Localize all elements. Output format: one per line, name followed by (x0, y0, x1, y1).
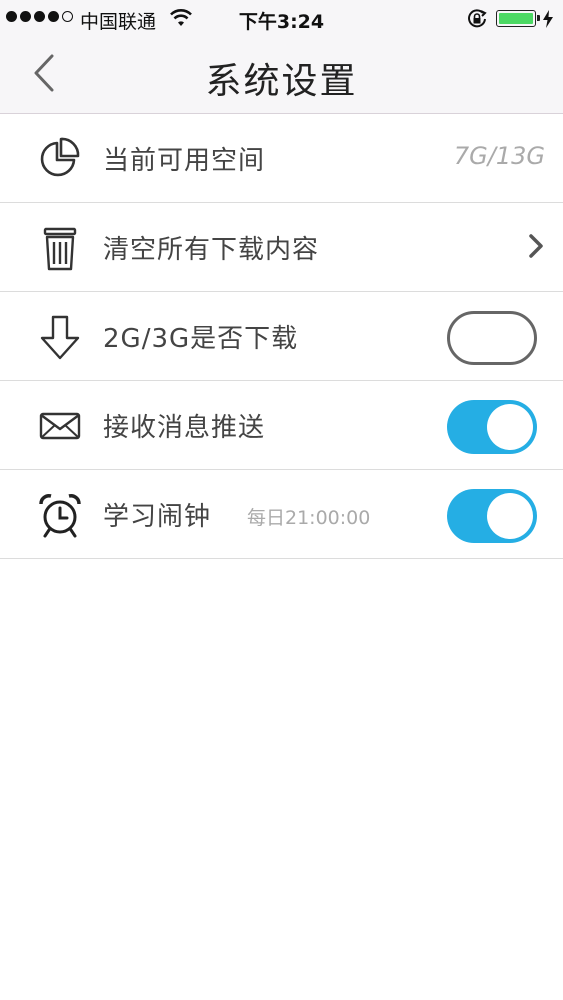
setting-label: 接收消息推送 (103, 413, 266, 443)
page-title: 系统设置 (205, 61, 358, 102)
setting-row-storage: 当前可用空间 7G/13G (0, 114, 563, 203)
settings-list: 当前可用空间 7G/13G 清空所有下载内容 2G/3G是否下载 接收消息推送 … (0, 114, 563, 559)
status-bar: 中国联通 下午3:24 (0, 0, 563, 38)
setting-row-alarm: 学习闹钟 每日21:00:00 (0, 470, 563, 559)
nav-bar: 系统设置 (0, 38, 563, 114)
alarm-time: 每日21:00:00 (247, 507, 371, 529)
cellular-download-toggle[interactable] (447, 311, 537, 365)
battery-icon (496, 10, 540, 27)
setting-label: 学习闹钟 (103, 502, 212, 532)
alarm-clock-icon (36, 492, 84, 538)
setting-row-push: 接收消息推送 (0, 381, 563, 470)
storage-value: 7G/13G (453, 142, 545, 170)
envelope-icon (36, 403, 84, 449)
toggle-knob (487, 404, 533, 450)
pie-chart-icon (36, 136, 84, 182)
chevron-right-icon (527, 233, 545, 263)
setting-row-cellular-download: 2G/3G是否下载 (0, 292, 563, 381)
alarm-toggle[interactable] (447, 489, 537, 543)
trash-icon (36, 225, 84, 271)
setting-label: 当前可用空间 (103, 146, 266, 176)
rotation-lock-icon (466, 9, 488, 34)
setting-row-clear-downloads[interactable]: 清空所有下载内容 (0, 203, 563, 292)
setting-label: 清空所有下载内容 (103, 235, 320, 265)
toggle-knob (487, 493, 533, 539)
push-toggle[interactable] (447, 400, 537, 454)
download-arrow-icon (36, 314, 84, 360)
setting-label: 2G/3G是否下载 (103, 324, 299, 354)
charging-bolt-icon (542, 9, 554, 34)
